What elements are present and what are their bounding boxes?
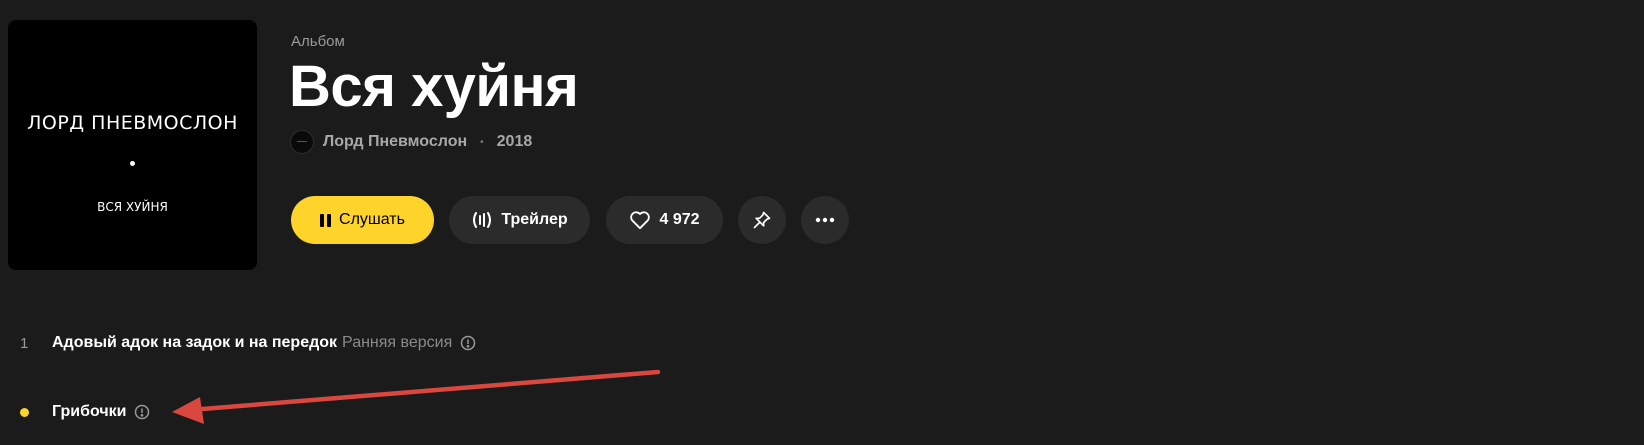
album-title: Вся хуйня xyxy=(289,54,579,119)
info-circle-icon[interactable] xyxy=(134,404,150,420)
trailer-button[interactable]: Трейлер xyxy=(449,196,590,244)
artist-link[interactable]: Лорд Пневмослон xyxy=(323,133,467,151)
pin-button[interactable] xyxy=(738,196,786,244)
track-number: 1 xyxy=(20,334,29,352)
track-title[interactable]: Грибочки xyxy=(52,403,126,421)
cover-dot xyxy=(130,161,135,166)
artist-avatar[interactable] xyxy=(290,130,314,154)
trailer-button-label: Трейлер xyxy=(501,211,568,228)
playing-indicator xyxy=(20,408,29,417)
like-button[interactable]: 4 972 xyxy=(606,196,723,244)
waveform-icon xyxy=(471,210,493,230)
cover-artist-text: ЛОРД ПНЕВМОСЛОН xyxy=(27,112,238,134)
meta-separator: • xyxy=(480,136,484,148)
info-circle-icon[interactable] xyxy=(460,335,476,351)
listen-button-label: Слушать xyxy=(339,211,405,228)
track-version: Ранняя версия xyxy=(342,334,453,351)
track-title[interactable]: Адовый адок на задок и на передок xyxy=(52,334,337,352)
likes-count: 4 972 xyxy=(659,211,700,228)
album-cover[interactable]: ЛОРД ПНЕВМОСЛОН ВСЯ ХУЙНЯ xyxy=(8,20,257,270)
more-dots-icon xyxy=(815,217,835,223)
heart-icon xyxy=(629,210,651,230)
album-year: 2018 xyxy=(496,133,533,150)
album-meta: Лорд Пневмослон • 2018 xyxy=(290,130,532,154)
cover-title-text: ВСЯ ХУЙНЯ xyxy=(97,200,168,214)
listen-button[interactable]: Слушать xyxy=(291,196,434,244)
more-button[interactable] xyxy=(801,196,849,244)
pin-icon xyxy=(752,210,772,230)
pause-icon xyxy=(320,213,332,227)
